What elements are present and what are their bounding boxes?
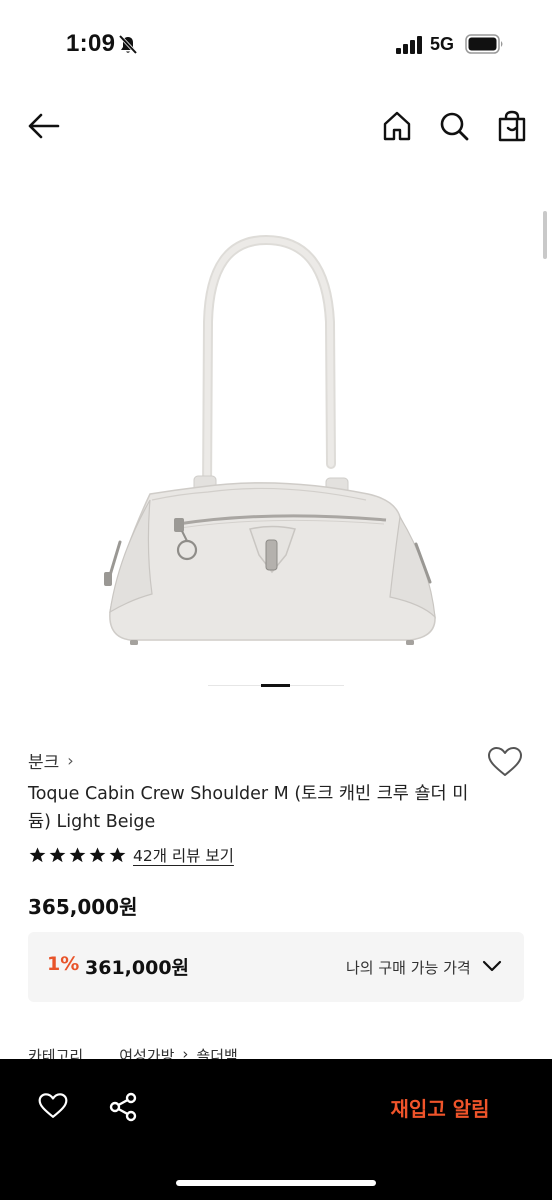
carousel-indicator — [208, 684, 344, 687]
status-bar: 1:09 5G — [0, 0, 552, 92]
review-link[interactable]: 42개 리뷰 보기 — [133, 844, 234, 866]
home-indicator — [176, 1180, 376, 1186]
my-price-label: 나의 구매 가능 가격 — [346, 959, 471, 977]
scroll-indicator — [543, 211, 547, 259]
status-time: 1:09 — [66, 30, 116, 57]
chevron-down-icon — [482, 960, 502, 972]
home-icon — [383, 111, 411, 141]
share-icon — [109, 1092, 137, 1122]
heart-icon — [488, 747, 522, 776]
member-price-box[interactable]: 1% 361,000원 나의 구매 가능 가격 — [28, 932, 524, 1002]
heart-icon — [38, 1093, 68, 1118]
battery-icon — [465, 34, 503, 54]
app-header — [0, 100, 552, 156]
wishlist-button[interactable] — [487, 746, 523, 782]
restock-alert-button[interactable]: 재입고 알림 — [360, 1089, 520, 1125]
bell-off-icon — [118, 34, 138, 55]
share-button[interactable] — [108, 1092, 138, 1126]
chevron-right-icon: › — [67, 751, 74, 770]
product-name: Toque Cabin Crew Shoulder M (토크 캐빈 크루 숄더… — [28, 784, 469, 832]
network-type: 5G — [430, 34, 455, 54]
star-icon — [89, 847, 106, 863]
search-icon — [440, 112, 469, 141]
brand-link[interactable]: 분크 › — [28, 748, 74, 773]
product-price: 365,000원 — [28, 895, 138, 919]
rating-row: 42개 리뷰 보기 — [28, 844, 234, 866]
signal-strength-icon — [396, 36, 422, 54]
product-image[interactable] — [90, 232, 462, 662]
star-icon — [29, 847, 46, 863]
discount-rate: 1% — [47, 953, 80, 975]
back-button[interactable] — [26, 112, 60, 144]
carousel-active-slide — [261, 684, 290, 687]
bottom-action-bar: 재입고 알림 — [0, 1059, 552, 1200]
arrow-left-icon — [28, 113, 60, 139]
shopping-bag-icon — [498, 110, 526, 142]
star-icon — [109, 847, 126, 863]
brand-name: 분크 — [28, 753, 60, 773]
star-rating — [28, 846, 127, 864]
search-button[interactable] — [438, 110, 470, 146]
cart-button[interactable] — [497, 110, 527, 146]
wishlist-bottom-button[interactable] — [38, 1092, 68, 1124]
star-icon — [69, 847, 86, 863]
star-icon — [49, 847, 66, 863]
home-button[interactable] — [381, 110, 413, 146]
discounted-price: 361,000원 — [85, 957, 190, 979]
